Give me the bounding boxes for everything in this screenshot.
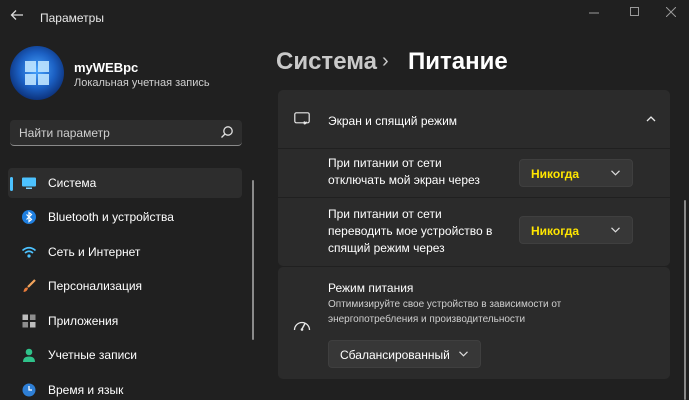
sleep-label: При питании от сети переводить мое устро…: [328, 206, 492, 257]
chevron-down-icon: [459, 351, 468, 357]
dropdown-value: Никогда: [531, 224, 580, 238]
label-line: При питании от сети: [328, 207, 442, 221]
avatar[interactable]: [10, 46, 64, 100]
label-line: При питании от сети: [328, 156, 442, 170]
window-title: Параметры: [40, 11, 104, 25]
user-name: myWEBpc: [74, 60, 139, 75]
brush-icon: [23, 279, 36, 292]
breadcrumb-separator: ›: [382, 50, 389, 72]
screen-off-row: При питании от сети отключать мой экран …: [278, 149, 670, 197]
sidebar-item-personalization[interactable]: Персонализация: [8, 271, 242, 301]
title-bar: Параметры: [0, 0, 689, 36]
power-mode-title: Режим питания: [328, 281, 414, 295]
screen-sleep-icon: [294, 112, 310, 125]
label-line: отключать мой экран через: [328, 173, 480, 187]
sidebar-item-label: Сеть и Интернет: [48, 245, 141, 259]
screen-sleep-title: Экран и спящий режим: [328, 114, 458, 128]
screen-off-dropdown[interactable]: Никогда: [519, 159, 633, 187]
windows-logo-icon: [25, 61, 49, 85]
account-type: Локальная учетная запись: [74, 77, 210, 89]
label-line: спящий режим через: [328, 241, 445, 255]
back-arrow-icon[interactable]: [10, 8, 26, 26]
wifi-icon: [21, 246, 37, 258]
monitor-icon: [22, 177, 36, 189]
sleep-row: При питании от сети переводить мое устро…: [278, 198, 670, 266]
dropdown-value: Никогда: [531, 167, 580, 181]
power-mode-description: Оптимизируйте свое устройство в зависимо…: [328, 299, 562, 325]
maximize-icon: [629, 7, 639, 16]
close-button[interactable]: [657, 4, 685, 18]
maximize-button[interactable]: [620, 4, 648, 18]
chevron-up-icon[interactable]: [646, 114, 656, 124]
search-icon[interactable]: [220, 125, 234, 139]
label-line: переводить мое устройство в: [328, 224, 493, 238]
sidebar-item-time-language[interactable]: Время и язык: [8, 375, 242, 400]
bluetooth-icon: [22, 210, 36, 224]
apps-icon: [22, 314, 36, 328]
minimize-button[interactable]: [580, 4, 608, 18]
speedometer-icon: [293, 321, 311, 331]
sidebar-item-system[interactable]: Система: [8, 168, 242, 198]
power-mode-card: Режим питания Оптимизируйте свое устройс…: [278, 267, 670, 379]
chevron-down-icon: [611, 170, 620, 176]
page-title: Питание: [408, 48, 508, 75]
chevron-down-icon: [611, 227, 620, 233]
sidebar-item-label: Приложения: [48, 314, 119, 328]
selection-indicator: [10, 177, 13, 191]
breadcrumb-parent[interactable]: Система: [276, 48, 377, 76]
search-placeholder: Найти параметр: [19, 126, 110, 140]
sidebar-item-label: Учетные записи: [48, 348, 137, 362]
search-input[interactable]: Найти параметр: [10, 120, 242, 146]
sidebar-item-label: Bluetooth и устройства: [48, 210, 174, 224]
sidebar-item-bluetooth[interactable]: Bluetooth и устройства: [8, 202, 242, 232]
main-scrollbar[interactable]: [684, 200, 686, 400]
sidebar-item-label: Время и язык: [48, 383, 124, 397]
sidebar-item-network[interactable]: Сеть и Интернет: [8, 237, 242, 267]
screen-off-label: При питании от сети отключать мой экран …: [328, 155, 480, 189]
sidebar-scrollbar[interactable]: [252, 180, 254, 340]
dropdown-value: Сбалансированный: [340, 348, 450, 362]
sidebar-item-label: Система: [48, 176, 97, 190]
globe-clock-icon: [22, 383, 36, 397]
sidebar-item-accounts[interactable]: Учетные записи: [8, 340, 242, 370]
power-mode-dropdown[interactable]: Сбалансированный: [328, 340, 481, 368]
sidebar-item-apps[interactable]: Приложения: [8, 306, 242, 336]
sidebar-item-label: Персонализация: [48, 279, 143, 293]
person-icon: [23, 348, 35, 362]
sleep-dropdown[interactable]: Никогда: [519, 216, 633, 244]
screen-sleep-header[interactable]: Экран и спящий режим: [278, 90, 670, 148]
